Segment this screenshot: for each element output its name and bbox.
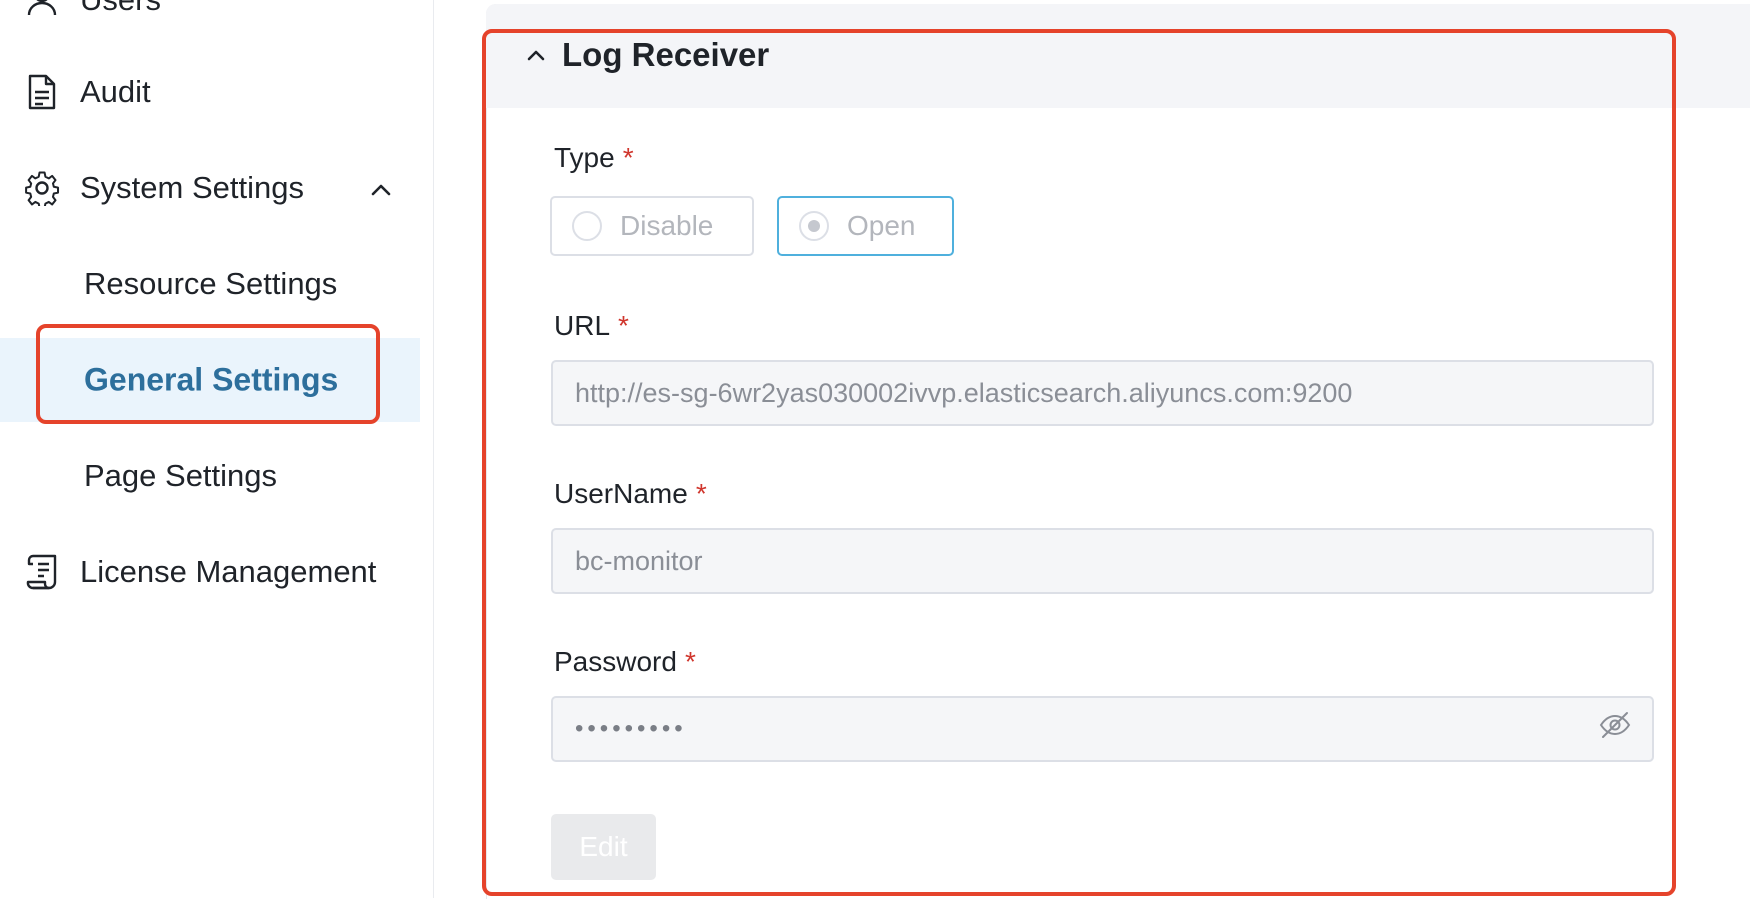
required-mark: * <box>695 478 707 509</box>
username-label-text: UserName <box>554 478 688 509</box>
sidebar-item-label: License Management <box>80 554 377 589</box>
sidebar: Users Audit System Settings Resource Set… <box>0 0 434 898</box>
radio-circle-selected[interactable] <box>799 211 829 241</box>
sidebar-item-general-settings[interactable]: General Settings <box>0 338 420 422</box>
sidebar-item-license-management[interactable]: License Management <box>0 530 420 614</box>
gear-icon <box>24 170 60 206</box>
url-label: URL * <box>554 310 629 342</box>
eye-off-icon[interactable] <box>1598 710 1632 740</box>
type-label-text: Type <box>554 142 615 173</box>
sidebar-item-users[interactable]: Users <box>0 0 420 42</box>
required-mark: * <box>684 646 696 677</box>
username-label: UserName * <box>554 478 707 510</box>
radio-circle[interactable] <box>572 211 602 241</box>
sidebar-item-label: Audit <box>80 74 151 109</box>
license-icon <box>24 554 60 590</box>
password-input[interactable]: ••••••••• <box>551 696 1654 762</box>
panel-title: Log Receiver <box>562 36 770 73</box>
sidebar-item-label: System Settings <box>80 170 304 205</box>
sidebar-item-label: Users <box>80 0 161 18</box>
type-label: Type * <box>554 142 634 174</box>
chevron-up-icon[interactable] <box>524 44 548 68</box>
sidebar-item-label: Page Settings <box>84 458 278 493</box>
edit-button[interactable]: Edit <box>551 814 656 880</box>
sidebar-item-audit[interactable]: Audit <box>0 50 420 134</box>
document-icon <box>24 74 60 110</box>
sidebar-item-label: Resource Settings <box>84 266 338 301</box>
radio-label: Disable <box>620 210 714 241</box>
type-option-disable[interactable]: Disable <box>550 196 754 256</box>
radio-label: Open <box>847 210 916 241</box>
chevron-up-icon[interactable] <box>368 175 394 201</box>
required-mark: * <box>618 310 629 341</box>
password-label-text: Password <box>554 646 677 677</box>
required-mark: * <box>622 142 634 173</box>
password-label: Password * <box>554 646 696 678</box>
sidebar-item-label: General Settings <box>84 361 339 398</box>
sidebar-item-page-settings[interactable]: Page Settings <box>0 434 420 518</box>
sidebar-item-resource-settings[interactable]: Resource Settings <box>0 242 420 326</box>
username-input[interactable]: bc-monitor <box>551 528 1654 594</box>
url-input[interactable]: http://es-sg-6wr2yas030002ivvp.elasticse… <box>551 360 1654 426</box>
user-icon <box>24 0 60 18</box>
sidebar-item-system-settings[interactable]: System Settings <box>0 146 420 230</box>
log-receiver-panel <box>486 4 1750 899</box>
url-label-text: URL <box>554 310 611 341</box>
type-option-open[interactable]: Open <box>777 196 954 256</box>
